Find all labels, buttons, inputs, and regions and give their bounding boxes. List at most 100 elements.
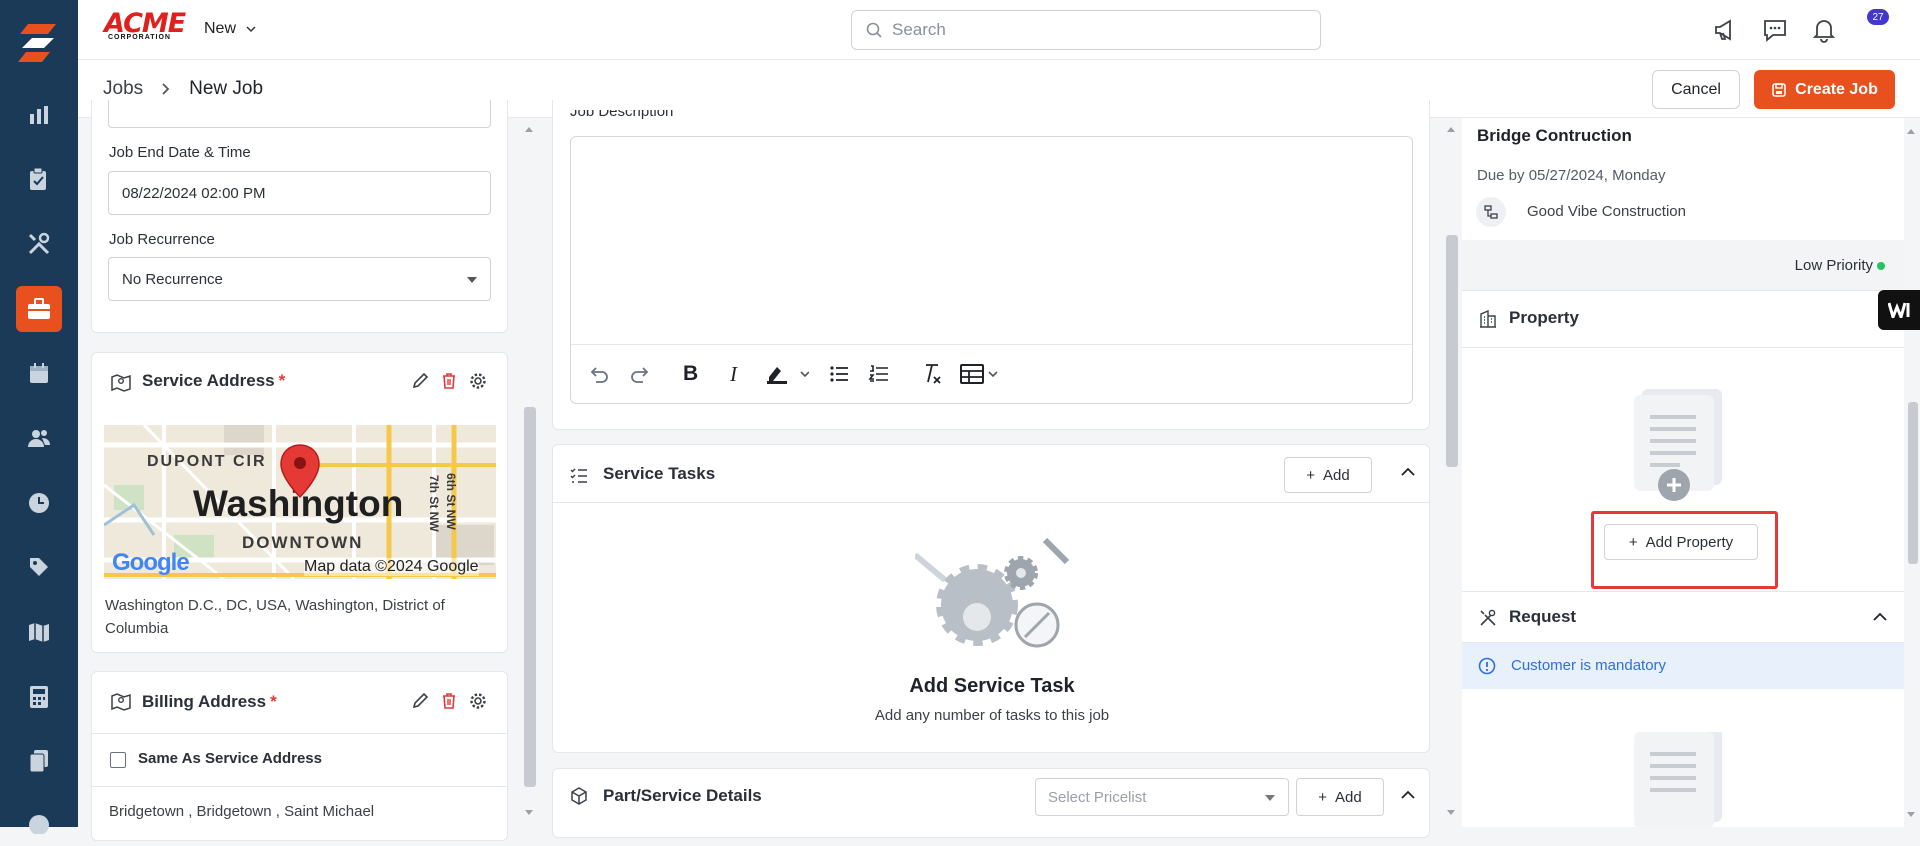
bullet-list-icon[interactable] (828, 363, 850, 390)
sidebar (0, 0, 78, 834)
same-as-checkbox[interactable] (110, 752, 126, 768)
part-service-title: Part/Service Details (603, 786, 762, 805)
plus-icon: + (1306, 466, 1316, 484)
service-address-map[interactable]: DUPONT CIR Washington DOWNTOWN 6th St NW… (104, 425, 496, 579)
add-service-task-button[interactable]: + Add (1284, 457, 1372, 493)
job-end-input[interactable]: 08/22/2024 02:00 PM (108, 171, 491, 215)
tools-cross-icon (1478, 608, 1498, 628)
empty-state-subtitle: Add any number of tasks to this job (874, 707, 1110, 724)
tag-icon[interactable] (16, 544, 62, 590)
gears-illustration-icon (915, 535, 1075, 655)
job-end-label: Job End Date & Time (109, 144, 251, 161)
edit-pencil-icon[interactable] (408, 369, 432, 393)
app-logo-icon[interactable] (16, 18, 62, 66)
right-scrollbar-thumb[interactable] (1908, 402, 1918, 564)
save-icon (1772, 82, 1786, 97)
chat-icon[interactable] (1762, 17, 1788, 43)
job-recurrence-select[interactable]: No Recurrence (108, 257, 491, 301)
new-dropdown[interactable]: New (204, 20, 256, 38)
clock-icon[interactable] (16, 480, 62, 526)
reports-icon[interactable] (16, 92, 62, 138)
chevron-up-icon[interactable] (1399, 463, 1417, 481)
cancel-button[interactable]: Cancel (1652, 70, 1740, 109)
map-label-area1: DUPONT CIR (147, 453, 267, 470)
notification-badge: 27 (1867, 9, 1889, 25)
same-as-label: Same As Service Address (138, 750, 322, 767)
chevron-down-icon (246, 26, 256, 33)
search-input[interactable]: Search (851, 10, 1321, 50)
middle-scrollbar-thumb[interactable] (1446, 235, 1458, 467)
due-date: Due by 05/27/2024, Monday (1477, 167, 1666, 184)
priority-row: Low Priority (1462, 240, 1904, 290)
bell-icon[interactable] (1811, 17, 1837, 43)
add-property-button[interactable]: + Add Property (1604, 524, 1758, 560)
map-label-street2: 7th St NW (427, 475, 441, 532)
documents-icon[interactable] (16, 738, 62, 784)
editor-toolbar-divider (571, 344, 1412, 345)
map-location-icon (110, 690, 132, 712)
job-start-field[interactable] (108, 100, 491, 128)
divider (92, 733, 507, 734)
left-scrollbar-thumb[interactable] (524, 407, 536, 787)
request-title: Request (1509, 607, 1577, 626)
add-part-button[interactable]: + Add (1296, 778, 1384, 816)
scroll-up-arrow[interactable] (1446, 120, 1456, 132)
scroll-up-arrow[interactable] (1906, 122, 1916, 134)
settings-gear-icon[interactable] (466, 369, 490, 393)
table-icon[interactable] (960, 363, 1004, 390)
chevron-up-icon[interactable] (1872, 610, 1888, 624)
scroll-up-arrow[interactable] (524, 120, 534, 132)
company-logo[interactable]: ACME CORPORATION (104, 10, 186, 44)
service-tasks-panel: Service Tasks + Add Add Service Task Add … (552, 444, 1430, 753)
empty-state-title: Add Service Task (909, 675, 1075, 697)
customer-name[interactable]: Good Vibe Construction (1527, 203, 1686, 220)
top-bar: ACME CORPORATION New Search 27 (78, 0, 1920, 60)
settings-gear-icon[interactable] (466, 689, 490, 713)
numbered-list-icon[interactable] (868, 363, 890, 390)
job-recurrence-label: Job Recurrence (109, 231, 215, 248)
service-tasks-title: Service Tasks (603, 464, 716, 483)
clear-format-icon[interactable] (920, 361, 944, 391)
breadcrumb: Jobs New Job (103, 78, 263, 100)
scroll-down-arrow[interactable] (1906, 806, 1916, 817)
calculator-icon[interactable] (16, 674, 62, 720)
scroll-down-arrow[interactable] (1446, 804, 1456, 815)
calendar-icon[interactable] (16, 350, 62, 396)
chevron-up-icon[interactable] (1399, 786, 1417, 804)
delete-trash-icon[interactable] (437, 689, 461, 713)
divider (1462, 591, 1904, 592)
create-job-button[interactable]: Create Job (1754, 70, 1895, 109)
caret-down-icon (467, 277, 477, 283)
bold-icon[interactable]: B (683, 362, 698, 386)
map-location-icon (110, 371, 132, 393)
users-icon[interactable] (16, 415, 62, 461)
caret-down-icon (1265, 795, 1275, 801)
map-icon[interactable] (16, 609, 62, 655)
map-credit: Map data ©2024 Google (304, 558, 479, 576)
right-panel: Bridge Contruction Due by 05/27/2024, Mo… (1462, 118, 1904, 827)
pie-chart-icon[interactable] (16, 800, 62, 846)
pricelist-select[interactable]: Select Pricelist (1035, 778, 1289, 816)
info-icon (1478, 657, 1496, 675)
redo-icon[interactable] (630, 363, 652, 390)
widget-launcher-button[interactable] (1878, 290, 1920, 330)
divider (1462, 290, 1904, 291)
task-list-icon (570, 467, 588, 485)
jobs-briefcase-icon[interactable] (16, 286, 62, 332)
italic-icon[interactable]: I (730, 362, 737, 387)
undo-icon[interactable] (587, 363, 609, 390)
scroll-down-arrow[interactable] (524, 804, 534, 815)
customer-mandatory-alert: Customer is mandatory (1462, 643, 1904, 689)
tools-icon[interactable] (16, 221, 62, 267)
edit-pencil-icon[interactable] (408, 689, 432, 713)
hierarchy-icon (1476, 197, 1506, 227)
highlight-color-icon[interactable] (765, 363, 810, 390)
megaphone-icon[interactable] (1713, 17, 1739, 43)
document-add-illustration-icon (1628, 383, 1732, 503)
clipboard-icon[interactable] (16, 156, 62, 202)
plus-icon: + (1318, 788, 1328, 806)
map-label-area2: DOWNTOWN (242, 533, 364, 552)
billing-address-panel: Billing Address * Same As Service Address… (91, 671, 508, 841)
breadcrumb-jobs[interactable]: Jobs (103, 78, 143, 100)
delete-trash-icon[interactable] (437, 369, 461, 393)
